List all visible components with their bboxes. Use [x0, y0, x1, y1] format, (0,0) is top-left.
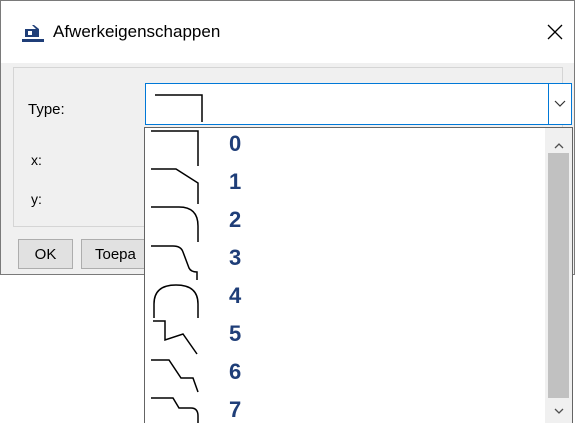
corner-type-0-icon [151, 130, 199, 166]
chevron-down-icon [554, 408, 563, 414]
selected-type-preview [155, 94, 203, 122]
app-icon [22, 25, 44, 42]
type-label: Type: [28, 101, 65, 118]
list-item[interactable]: 7 [145, 394, 545, 423]
type-dropdown-list[interactable]: 0 1 2 3 4 5 6 7 [144, 127, 573, 423]
option-number: 2 [229, 207, 242, 232]
y-label: y: [31, 191, 42, 207]
option-number: 4 [229, 283, 242, 308]
scroll-down-button[interactable] [545, 400, 572, 422]
option-number: 7 [229, 397, 242, 422]
list-item[interactable]: 1 [145, 166, 545, 204]
corner-type-2-icon [151, 206, 199, 242]
ok-button[interactable]: OK [18, 239, 73, 269]
option-number: 6 [229, 359, 242, 384]
corner-type-1-icon [151, 168, 199, 204]
list-item[interactable]: 6 [145, 356, 545, 394]
close-button[interactable] [536, 13, 574, 51]
scrollbar-thumb[interactable] [548, 153, 569, 398]
close-icon [547, 24, 563, 40]
x-label: x: [31, 152, 42, 168]
option-number: 1 [229, 169, 242, 194]
title-bar: Afwerkeigenschappen [1, 1, 574, 63]
window-title: Afwerkeigenschappen [53, 22, 221, 41]
option-number: 0 [229, 131, 242, 156]
dropdown-arrow[interactable] [548, 84, 571, 124]
option-number: 5 [229, 321, 242, 346]
type-select[interactable] [145, 83, 572, 125]
chevron-down-icon [554, 100, 566, 107]
apply-button[interactable]: Toepa [81, 239, 151, 269]
list-item[interactable]: 2 [145, 204, 545, 242]
chevron-up-icon [554, 142, 563, 148]
corner-type-3-icon [151, 245, 198, 280]
list-item[interactable]: 4 [145, 280, 545, 318]
corner-type-6-icon [151, 359, 199, 393]
corner-type-7-icon [151, 397, 199, 423]
option-number: 3 [229, 245, 242, 270]
corner-type-4-icon [153, 284, 199, 318]
dropdown-scrollbar[interactable] [545, 128, 572, 423]
list-item[interactable]: 5 [145, 318, 545, 356]
list-item[interactable]: 3 [145, 242, 545, 280]
corner-type-5-icon [153, 320, 198, 355]
list-item[interactable]: 0 [145, 128, 545, 166]
